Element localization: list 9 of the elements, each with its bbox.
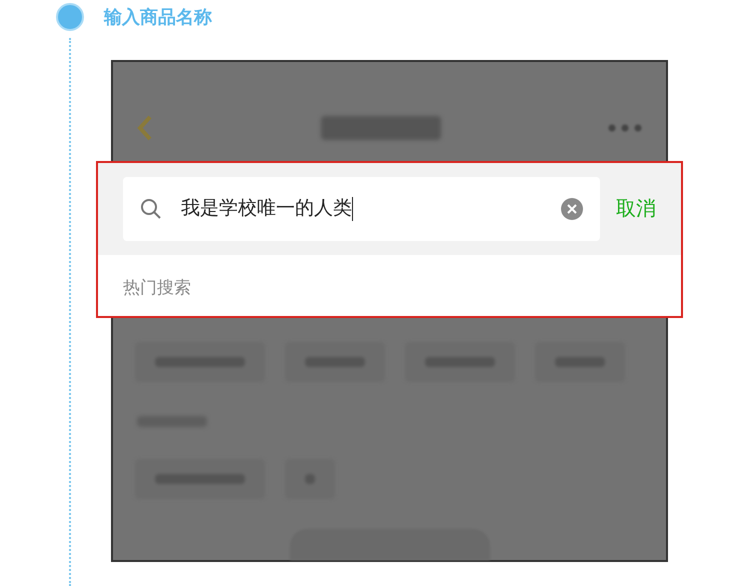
step-marker-icon (56, 3, 84, 31)
clear-icon[interactable] (560, 197, 584, 221)
step-title: 输入商品名称 (104, 6, 212, 28)
search-text: 我是学校唯一的人类 (181, 196, 352, 221)
search-icon (139, 197, 163, 221)
more-dots-icon (608, 124, 642, 132)
hot-search-label: 热门搜索 (123, 277, 192, 299)
back-chevron-icon (137, 114, 153, 142)
search-field[interactable]: 我是学校唯一的人类 (123, 177, 600, 241)
